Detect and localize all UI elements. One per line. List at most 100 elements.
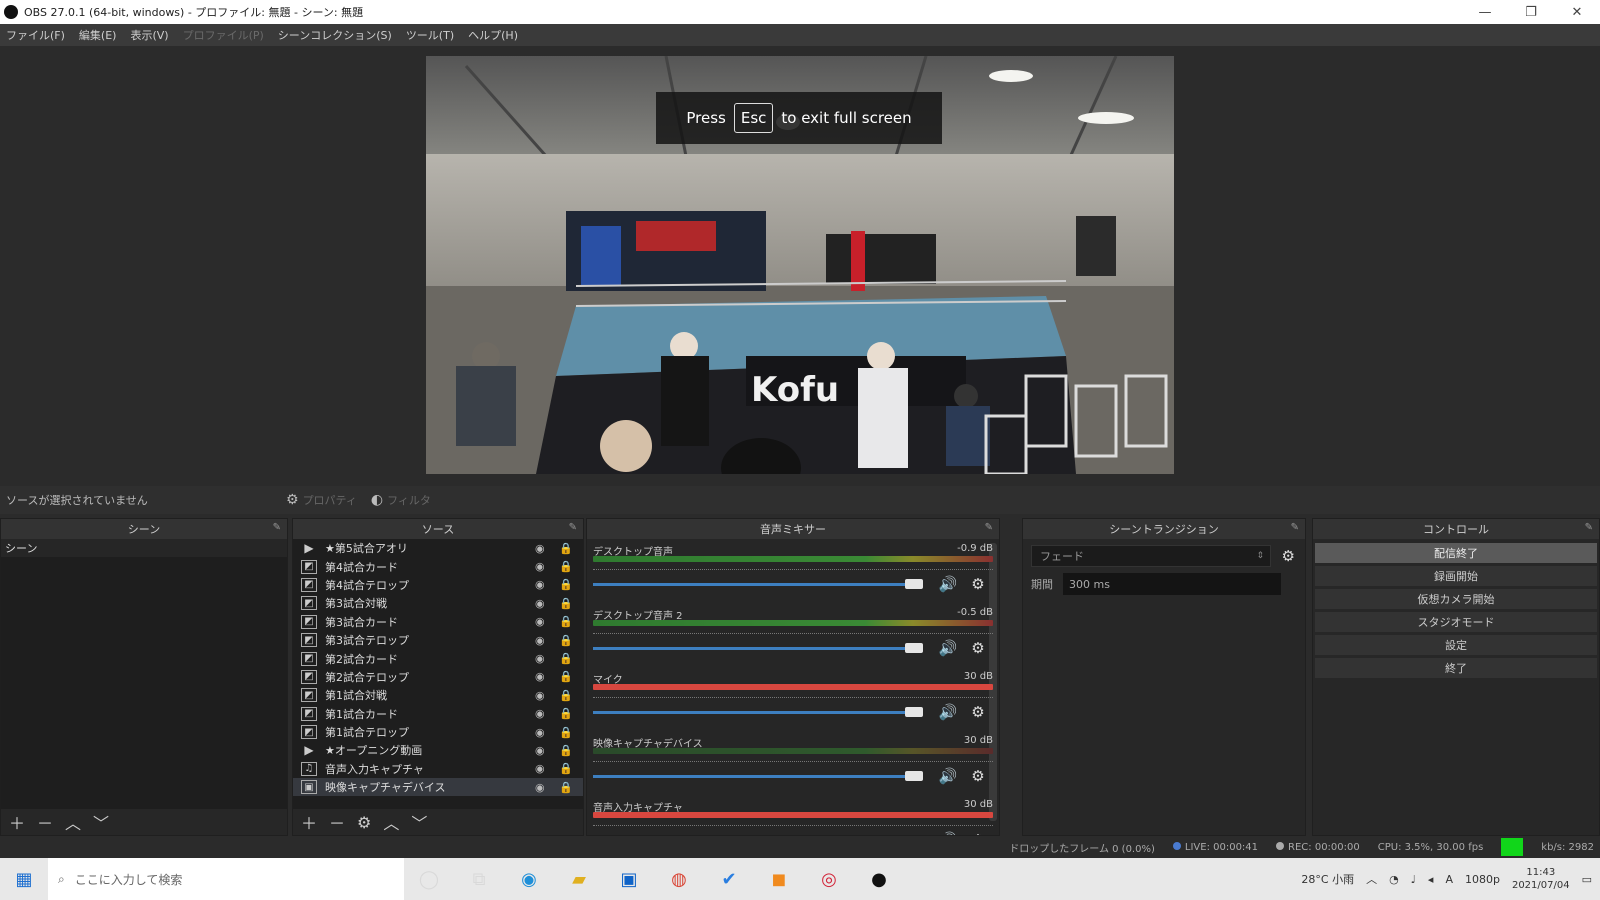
source-list-item[interactable]: ◩ 第3試合対戦 ◉ 🔒	[293, 594, 583, 612]
volume-slider-knob[interactable]	[905, 834, 923, 835]
menu-scene-collection[interactable]: シーンコレクション(S)	[278, 27, 392, 43]
gear-icon[interactable]: ⚙	[963, 639, 993, 657]
visibility-eye-icon[interactable]: ◉	[535, 615, 551, 628]
app-circle-icon[interactable]: ◎	[804, 858, 854, 900]
visibility-eye-icon[interactable]: ◉	[535, 634, 551, 647]
duration-input[interactable]: 300 ms	[1063, 573, 1281, 595]
studio-mode-button[interactable]: スタジオモード	[1315, 612, 1597, 632]
volume-slider[interactable]	[593, 706, 923, 717]
settings-button[interactable]: 設定	[1315, 635, 1597, 655]
edge-icon[interactable]: ◉	[504, 858, 554, 900]
filters-button[interactable]: ◐ フィルタ	[371, 492, 431, 508]
dock-undock-icon[interactable]: ✎	[985, 522, 993, 533]
lock-icon[interactable]: 🔒	[559, 542, 575, 555]
source-list-item[interactable]: ◩ 第1試合カード ◉ 🔒	[293, 705, 583, 723]
visibility-eye-icon[interactable]: ◉	[535, 744, 551, 757]
lock-icon[interactable]: 🔒	[559, 597, 575, 610]
visibility-eye-icon[interactable]: ◉	[535, 762, 551, 775]
source-list-item[interactable]: ▶ ★第5試合アオリ ◉ 🔒	[293, 539, 583, 557]
dock-undock-icon[interactable]: ✎	[1585, 522, 1593, 533]
restore-button[interactable]: ❐	[1508, 0, 1554, 24]
remove-scene-icon[interactable]: －	[37, 810, 53, 834]
properties-button[interactable]: ⚙ プロパティ	[286, 492, 357, 508]
volume-slider-knob[interactable]	[905, 578, 923, 589]
ime-icon[interactable]: A	[1445, 873, 1453, 886]
scene-list[interactable]: シーン	[1, 539, 287, 809]
source-list-item[interactable]: ◩ 第4試合カード ◉ 🔒	[293, 557, 583, 575]
source-list-item[interactable]: ◩ 第3試合カード ◉ 🔒	[293, 613, 583, 631]
volume-slider[interactable]	[593, 578, 923, 589]
dock-undock-icon[interactable]: ✎	[1291, 522, 1299, 533]
illustrator-icon[interactable]: ◼	[754, 858, 804, 900]
source-list-item[interactable]: ♫ 音声入力キャプチャ ◉ 🔒	[293, 760, 583, 778]
lock-icon[interactable]: 🔒	[559, 615, 575, 628]
dock-undock-icon[interactable]: ✎	[273, 522, 281, 533]
source-properties-gear-icon[interactable]: ⚙	[357, 813, 371, 832]
menu-tools[interactable]: ツール(T)	[406, 27, 454, 43]
speaker-icon[interactable]: 🔊	[933, 575, 963, 593]
source-list-item[interactable]: ▣ 映像キャプチャデバイス ◉ 🔒	[293, 778, 583, 797]
move-up-icon[interactable]: ︿	[383, 810, 399, 834]
exit-button[interactable]: 終了	[1315, 658, 1597, 678]
volume-slider-knob[interactable]	[905, 770, 923, 781]
gear-icon[interactable]: ⚙	[963, 703, 993, 721]
transition-select[interactable]: フェード ⇕	[1031, 545, 1271, 567]
taskbar-search[interactable]: ⌕ ここに入力して検索	[48, 858, 404, 900]
add-source-icon[interactable]: ＋	[301, 810, 317, 834]
start-button[interactable]: ▦	[0, 858, 48, 900]
speaker-icon[interactable]: 🔊	[933, 639, 963, 657]
chrome-icon[interactable]: ◍	[654, 858, 704, 900]
visibility-eye-icon[interactable]: ◉	[535, 597, 551, 610]
remove-source-icon[interactable]: －	[329, 810, 345, 834]
start-virtual-camera-button[interactable]: 仮想カメラ開始	[1315, 589, 1597, 609]
outlook-icon[interactable]: ▣	[604, 858, 654, 900]
lock-icon[interactable]: 🔒	[559, 560, 575, 573]
move-up-icon[interactable]: ︿	[65, 810, 81, 834]
obs-taskbar-icon[interactable]: ●	[854, 858, 904, 900]
lock-icon[interactable]: 🔒	[559, 689, 575, 702]
volume-slider[interactable]	[593, 770, 923, 781]
task-view-icon[interactable]: ⧉	[454, 858, 504, 900]
lock-icon[interactable]: 🔒	[559, 670, 575, 683]
notification-icon[interactable]: ▭	[1582, 873, 1592, 886]
lock-icon[interactable]: 🔒	[559, 652, 575, 665]
transition-gear-icon[interactable]: ⚙	[1282, 547, 1295, 565]
menu-file[interactable]: ファイル(F)	[6, 27, 65, 43]
menu-profile[interactable]: プロファイル(P)	[183, 27, 264, 43]
minimize-button[interactable]: —	[1462, 0, 1508, 24]
source-list-item[interactable]: ◩ 第3試合テロップ ◉ 🔒	[293, 631, 583, 649]
menu-view[interactable]: 表示(V)	[130, 27, 168, 43]
add-scene-icon[interactable]: ＋	[9, 810, 25, 834]
move-down-icon[interactable]: ﹀	[411, 810, 427, 834]
visibility-eye-icon[interactable]: ◉	[535, 781, 551, 794]
lock-icon[interactable]: 🔒	[559, 744, 575, 757]
visibility-eye-icon[interactable]: ◉	[535, 707, 551, 720]
source-list-item[interactable]: ◩ 第2試合テロップ ◉ 🔒	[293, 668, 583, 686]
lock-icon[interactable]: 🔒	[559, 762, 575, 775]
gear-icon[interactable]: ⚙	[963, 831, 993, 835]
visibility-eye-icon[interactable]: ◉	[535, 560, 551, 573]
cortana-icon[interactable]: ◯	[404, 858, 454, 900]
menu-help[interactable]: ヘルプ(H)	[468, 27, 518, 43]
source-list-item[interactable]: ◩ 第1試合テロップ ◉ 🔒	[293, 723, 583, 741]
visibility-eye-icon[interactable]: ◉	[535, 542, 551, 555]
network-icon[interactable]: ◔	[1389, 873, 1399, 886]
lock-icon[interactable]: 🔒	[559, 634, 575, 647]
tray-chevron-up-icon[interactable]: ︿	[1366, 871, 1377, 887]
microphone-icon[interactable]: ♩	[1411, 873, 1416, 886]
start-recording-button[interactable]: 録画開始	[1315, 566, 1597, 586]
lock-icon[interactable]: 🔒	[559, 578, 575, 591]
volume-slider[interactable]	[593, 642, 923, 653]
taskbar-clock[interactable]: 11:43 2021/07/04	[1512, 866, 1570, 892]
source-list[interactable]: ▶ ★第5試合アオリ ◉ 🔒 ◩ 第4試合カード ◉ 🔒 ◩ 第4試合テロップ ◉ 🔒 ◩ 第3試合対戦 ◉…	[293, 539, 583, 809]
close-button[interactable]: ✕	[1554, 0, 1600, 24]
lock-icon[interactable]: 🔒	[559, 781, 575, 794]
volume-slider-knob[interactable]	[905, 642, 923, 653]
speaker-icon[interactable]: ◂	[1428, 873, 1434, 886]
weather-widget[interactable]: 28°C 小雨	[1301, 871, 1354, 887]
visibility-eye-icon[interactable]: ◉	[535, 670, 551, 683]
speaker-icon[interactable]: 🔊	[933, 767, 963, 785]
volume-slider-knob[interactable]	[905, 706, 923, 717]
todo-icon[interactable]: ✔	[704, 858, 754, 900]
speaker-icon[interactable]: 🔊	[933, 703, 963, 721]
